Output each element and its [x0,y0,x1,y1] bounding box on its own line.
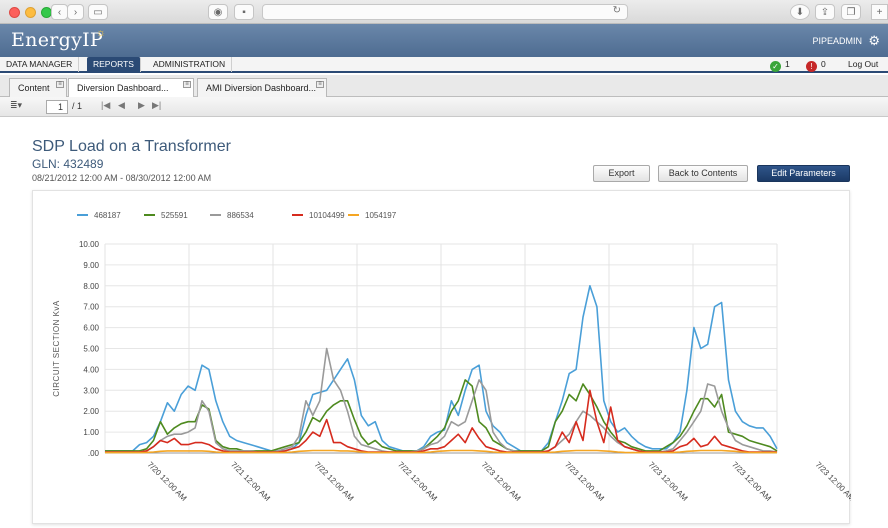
browser-toolbar: ‹ › ▭ ◉ ▪ ↻ ⬇ ⇪ ❐ + [0,0,888,24]
list-menu-icon[interactable]: ≣▾ [10,100,22,111]
alert-count: 0 [821,59,826,69]
y-tick-label: 7.00 [83,303,99,312]
y-tick-label: 2.00 [83,407,99,416]
chevron-left-icon: ‹ [57,6,62,18]
nav-data-manager[interactable]: DATA MANAGER [0,57,80,72]
tab-label: Diversion Dashboard... [77,83,169,93]
plus-icon: + [876,6,883,18]
tab-label: AMI Diversion Dashboard... [206,83,317,93]
ok-status[interactable]: ✓ 1 [770,57,790,72]
legend-label: 1054197 [365,211,397,220]
main-navigation: DATA MANAGER REPORTS ADMINISTRATION ✓ 1 !… [0,57,888,73]
legend-label: 886534 [227,211,254,220]
ok-count: 1 [785,59,790,69]
tab-menu-icon[interactable]: ≡ [183,81,191,88]
app-header: EnergyIP ☼ PIPEADMIN ⚙ [0,24,888,57]
y-tick-label: 1.00 [83,428,99,437]
tab-diversion-dashboard[interactable]: Diversion Dashboard... ≡ [68,78,194,97]
legend-label: 525591 [161,211,188,220]
report-date-range: 08/21/2012 12:00 AM - 08/30/2012 12:00 A… [32,173,212,183]
gear-icon[interactable]: ⚙ [868,33,880,49]
nav-administration[interactable]: ADMINISTRATION [147,57,233,72]
export-button[interactable]: Export [593,165,650,182]
new-tab-button[interactable]: + [871,4,888,20]
last-page-icon[interactable]: ▶| [152,100,161,111]
reload-icon[interactable]: ↻ [613,5,621,16]
x-tick-label: 7/22 12:00 AM [313,460,356,503]
share-button[interactable]: ⇪ [815,4,835,20]
y-tick-label: 10.00 [79,240,100,249]
y-tick-label: 5.00 [83,345,99,354]
legend-label: 10104499 [309,211,345,220]
y-tick-label: 8.00 [83,282,99,291]
close-window-button[interactable] [9,7,20,18]
x-tick-label: 7/22 12:00 AM [396,460,439,503]
back-nav-button[interactable]: ‹ [51,4,68,20]
y-axis-label: CIRCUIT SECTION KvA [52,300,61,397]
logo-sun-icon: ☼ [96,27,107,39]
shield-icon: ◉ [213,6,223,18]
report-gln: GLN: 432489 [32,157,104,171]
report-toolbar: ≣▾ 1 / 1 |◀ ◀ ▶ ▶| [0,97,888,117]
x-tick-label: 7/23 12:00 AM [563,460,606,503]
address-bar[interactable]: ↻ [262,4,628,20]
minimize-window-button[interactable] [25,7,36,18]
x-tick-label: 7/23 12:00 AM [814,460,851,503]
check-icon: ✓ [770,61,781,72]
page-number-input[interactable]: 1 [46,100,68,114]
logout-link[interactable]: Log Out [848,57,878,72]
tab-content[interactable]: Content ≡ [9,78,67,97]
tab-menu-icon[interactable]: ≡ [316,81,324,88]
lock-button[interactable]: ▪ [234,4,254,20]
previous-page-icon[interactable]: ◀ [118,100,125,111]
alert-icon: ! [806,61,817,72]
user-name[interactable]: PIPEADMIN [812,36,862,46]
y-tick-label: .00 [88,449,100,458]
chevron-right-icon: › [73,6,78,18]
download-button[interactable]: ⬇ [790,4,810,20]
alert-status[interactable]: ! 0 [806,57,826,72]
download-icon: ⬇ [795,6,805,18]
tabs-overview-button[interactable]: ❐ [841,4,861,20]
tab-label: Content [18,83,50,93]
edit-parameters-button[interactable]: Edit Parameters [757,165,850,182]
y-tick-label: 3.00 [83,386,99,395]
lock-icon: ▪ [242,6,246,18]
first-page-icon[interactable]: |◀ [101,100,110,111]
sidebar-toggle-button[interactable]: ▭ [88,4,108,20]
x-tick-label: 7/20 12:00 AM [146,460,189,503]
sidebar-icon: ▭ [93,6,103,18]
share-icon: ⇪ [820,6,830,18]
y-tick-label: 9.00 [83,261,99,270]
legend-label: 468187 [94,211,121,220]
report-title: SDP Load on a Transformer [32,138,231,155]
x-tick-label: 7/21 12:00 AM [229,460,272,503]
privacy-button[interactable]: ◉ [208,4,228,20]
nav-reports[interactable]: REPORTS [87,57,141,72]
next-page-icon[interactable]: ▶ [138,100,145,111]
load-chart: 468187 525591 886534 10104499 1054197 10.00 9.… [52,211,857,503]
tab-ami-diversion-dashboard[interactable]: AMI Diversion Dashboard... ≡ [197,78,327,97]
app-logo: EnergyIP [11,29,104,51]
forward-nav-button[interactable]: › [67,4,84,20]
page-total: / 1 [72,101,83,111]
back-to-contents-button[interactable]: Back to Contents [658,165,748,182]
tab-menu-icon[interactable]: ≡ [56,81,64,88]
tab-bar: Content ≡ Diversion Dashboard... ≡ AMI D… [0,75,888,97]
chart-panel: 468187 525591 886534 10104499 1054197 10.00 9.… [32,190,857,524]
y-tick-label: 4.00 [83,365,99,374]
x-tick-label: 7/23 12:00 AM [480,460,523,503]
y-tick-label: 6.00 [83,324,99,333]
tabs-icon: ❐ [846,6,856,18]
x-tick-label: 7/23 12:00 AM [647,460,690,503]
x-tick-label: 7/23 12:00 AM [730,460,773,503]
